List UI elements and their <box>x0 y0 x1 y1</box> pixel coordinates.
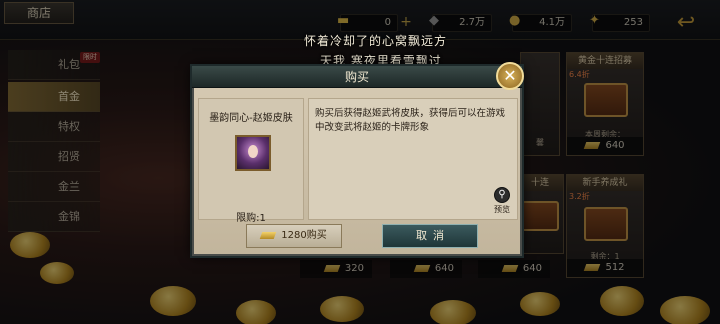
dialog-header: 购买 <box>192 66 522 88</box>
game-shop-screen: 商店 ▬ 0 + ◆ 2.7万 ● 4.1万 ✦ 253 ↩ 礼包 首金 特权 … <box>0 0 720 324</box>
magnifier-icon: ⚲ <box>494 187 510 203</box>
description-panel: 购买后获得赵姬武将皮肤，获得后可以在游戏中改变武将赵姬的卡牌形象 ⚲ 预览 <box>308 98 518 220</box>
item-name: 墨韵同心-赵姬皮肤 <box>209 113 293 124</box>
item-panel: 墨韵同心-赵姬皮肤 限购:1 <box>198 98 304 224</box>
close-icon: ✕ <box>503 66 517 85</box>
purchase-dialog: 购买 ✕ 墨韵同心-赵姬皮肤 限购:1 购买后获得赵姬武将皮肤，获得后可以在游戏… <box>192 62 524 256</box>
cancel-button[interactable]: 取消 <box>382 224 478 248</box>
buy-button[interactable]: 1280购买 <box>246 224 342 248</box>
skin-portrait <box>235 135 271 171</box>
gold-ingot-icon <box>259 231 277 239</box>
preview-button[interactable]: ⚲ 预览 <box>487 187 517 215</box>
preview-label: 预览 <box>494 205 510 214</box>
close-button[interactable]: ✕ <box>496 62 524 90</box>
item-description: 购买后获得赵姬武将皮肤，获得后可以在游戏中改变武将赵姬的卡牌形象 <box>315 108 506 133</box>
purchase-limit: 限购:1 <box>236 213 266 224</box>
lyric-line-1: 怀着冷却了的心窝飘远方 <box>304 34 448 48</box>
buy-label: 1280购买 <box>281 230 327 241</box>
dialog-title: 购买 <box>344 70 369 84</box>
